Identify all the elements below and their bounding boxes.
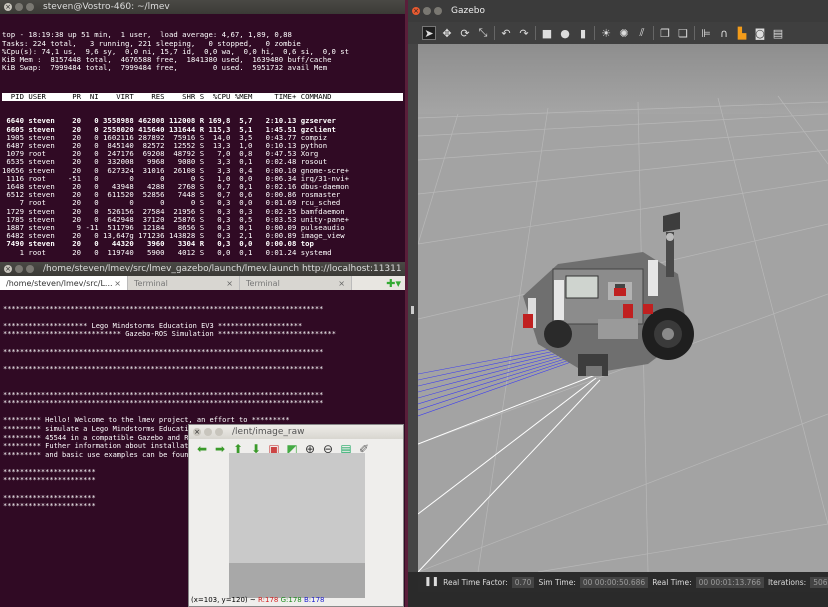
real-time-factor-label: Real Time Factor: [443, 577, 508, 587]
pixel-status: (x=103, y=120) ~ R:178 G:178 B:178 [189, 596, 325, 606]
tab-label: Terminal [246, 278, 280, 288]
process-table-header: PID USER PR NI VIRT RES SHR S %CPU %MEM … [2, 92, 403, 102]
terminal-titlebar[interactable]: × /home/steven/lmev/src/lmev_gazebo/laun… [0, 262, 405, 276]
close-icon[interactable]: × [338, 279, 345, 288]
pause-icon[interactable]: ❚❚ [424, 577, 439, 587]
image-view-titlebar[interactable]: × /lent/image_raw [189, 425, 403, 439]
window-title: /home/steven/lmev/src/lmev_gazebo/launch… [43, 264, 402, 274]
terminal-line: ******************** Lego Mindstorms Edu… [3, 321, 303, 330]
terminal-line: ****************************************… [3, 304, 324, 313]
camera-image[interactable] [229, 453, 365, 598]
window-title: Gazebo [451, 6, 485, 16]
close-icon[interactable]: × [226, 279, 233, 288]
gazebo-bottom-bar [408, 592, 828, 607]
terminal-line: ****************************************… [3, 390, 324, 399]
pan-right-icon[interactable]: ➡ [213, 442, 227, 456]
maximize-icon[interactable] [215, 428, 223, 436]
top-terminal-window[interactable]: × steven@Vostro-460: ~/lmev top - 18:19:… [0, 0, 405, 262]
table-row: 1 root 20 0 119740 5900 4012 S 0,0 0,1 0… [2, 247, 332, 257]
select-icon[interactable]: ➤ [422, 26, 436, 40]
sim-time-label: Sim Time: [538, 577, 576, 587]
tab-label: /home/steven/lmev/src/L... [6, 278, 113, 288]
pixel-blue: B:178 [303, 596, 325, 604]
screenshot-icon[interactable]: ◙ [753, 26, 767, 40]
point-light-icon[interactable]: ☀ [599, 26, 613, 40]
terminal-line: ****************************************… [3, 364, 324, 373]
panel-handle-icon[interactable] [411, 306, 414, 314]
pixel-green: G:178 [280, 596, 302, 604]
maximize-icon[interactable] [434, 7, 442, 15]
minimize-icon[interactable] [204, 428, 212, 436]
gazebo-window[interactable]: × Gazebo ➤ ✥ ⟳ ⤡ ↶ ↷ ■ ● ▮ ☀ ✺ ⫽ ❐ ❏ ⊫ ∩… [408, 0, 828, 607]
tab-terminal-1[interactable]: Terminal × [128, 276, 240, 290]
pan-left-icon[interactable]: ⬅ [195, 442, 209, 456]
real-time-label: Real Time: [652, 577, 692, 587]
spot-light-icon[interactable]: ✺ [617, 26, 631, 40]
pixel-red: R:178 [257, 596, 279, 604]
tab-launch[interactable]: /home/steven/lmev/src/L... × [0, 276, 128, 290]
terminal-line: ****************************************… [3, 399, 324, 408]
gazebo-toolbar: ➤ ✥ ⟳ ⤡ ↶ ↷ ■ ● ▮ ☀ ✺ ⫽ ❐ ❏ ⊫ ∩ ▙ ◙ ▤ [408, 22, 828, 44]
close-icon[interactable]: × [4, 3, 12, 11]
sphere-icon[interactable]: ● [558, 26, 572, 40]
minimize-icon[interactable] [423, 7, 431, 15]
minimize-icon[interactable] [15, 3, 23, 11]
top-summary: top - 18:19:38 up 51 min, 1 user, load a… [2, 31, 403, 72]
tab-terminal-2[interactable]: Terminal × [240, 276, 352, 290]
terminal-line: **************************** Gazebo-ROS … [3, 330, 336, 339]
maximize-icon[interactable] [26, 3, 34, 11]
scene-render [418, 44, 828, 572]
process-table: 6640 steven 20 0 3558988 462808 112008 R… [2, 117, 403, 257]
maximize-icon[interactable] [26, 265, 34, 273]
close-icon[interactable]: × [4, 265, 12, 273]
redo-icon[interactable]: ↷ [517, 26, 531, 40]
close-icon[interactable]: × [114, 279, 121, 288]
image-view-window[interactable]: × /lent/image_raw ⬅ ➡ ⬆ ⬇ ▣ ◩ ⊕ ⊖ ▤ ✐ (x… [188, 424, 404, 607]
iterations-value: 506 [810, 576, 828, 588]
gazebo-titlebar[interactable]: × Gazebo [408, 0, 828, 22]
3d-scene-viewport[interactable] [418, 44, 828, 572]
close-icon[interactable]: × [193, 428, 201, 436]
top-output: top - 18:19:38 up 51 min, 1 user, load a… [0, 14, 405, 262]
add-tab-icon[interactable]: ✚▾ [386, 277, 405, 290]
real-time-value: 00 00:01:13.766 [695, 576, 764, 588]
tab-label: Terminal [134, 278, 168, 288]
terminal-line: ****************************************… [3, 347, 324, 356]
translate-icon[interactable]: ✥ [440, 26, 454, 40]
left-panel-strip[interactable] [408, 44, 418, 572]
copy-icon[interactable]: ❐ [658, 26, 672, 40]
image-floor-region [229, 563, 365, 598]
window-title: /lent/image_raw [232, 427, 305, 437]
sim-time-value: 00 00:00:50.686 [579, 576, 649, 588]
undo-icon[interactable]: ↶ [499, 26, 513, 40]
pixel-position: (x=103, y=120) ~ [191, 596, 256, 604]
snap-icon[interactable]: ∩ [717, 26, 731, 40]
orange-select-icon[interactable]: ▙ [735, 26, 749, 40]
iterations-label: Iterations: [767, 577, 807, 587]
log-icon[interactable]: ▤ [771, 26, 785, 40]
rotate-icon[interactable]: ⟳ [458, 26, 472, 40]
directional-light-icon[interactable]: ⫽ [635, 26, 649, 40]
terminal-tabs: /home/steven/lmev/src/L... × Terminal × … [0, 276, 405, 290]
align-icon[interactable]: ⊫ [699, 26, 713, 40]
gazebo-statusbar: ❚❚ Real Time Factor: 0.70 Sim Time: 00 0… [418, 572, 828, 592]
top-summary-line: KiB Swap: 7999484 total, 7999484 free, 0… [2, 63, 328, 73]
cylinder-icon[interactable]: ▮ [576, 26, 590, 40]
real-time-factor-value: 0.70 [511, 576, 535, 588]
box-icon[interactable]: ■ [540, 26, 554, 40]
top-titlebar[interactable]: × steven@Vostro-460: ~/lmev [0, 0, 405, 14]
minimize-icon[interactable] [15, 265, 23, 273]
close-icon[interactable]: × [412, 7, 420, 15]
window-title: steven@Vostro-460: ~/lmev [43, 2, 170, 12]
paste-icon[interactable]: ❏ [676, 26, 690, 40]
scale-icon[interactable]: ⤡ [476, 26, 490, 40]
